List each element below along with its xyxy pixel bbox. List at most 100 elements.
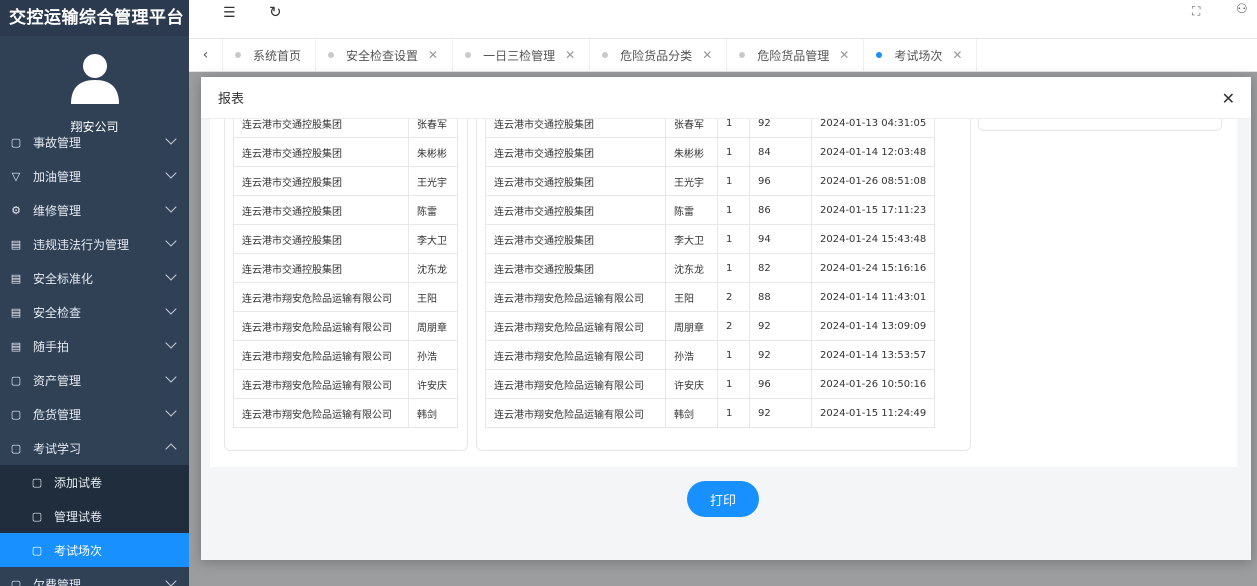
table-row: 连云港市翔安危险品运输有限公司 周朋章 2 92 2024-01-14 13:09:09 [485, 311, 936, 341]
table-cell: 许安庆 [408, 369, 458, 399]
submenu-label: 考试场次 [54, 543, 103, 558]
close-icon[interactable]: ✕ [1222, 89, 1235, 108]
exam-submenu: ▢ 添加试卷 ▢ 管理试卷 ▢ 考试场次 [0, 465, 189, 567]
chevron-down-icon [165, 337, 177, 349]
table-row: 连云港市交通控股集团 李大卫 1 94 2024-01-24 15:43:48 [485, 224, 936, 254]
table-row: 连云港市交通控股集团 王光宇 1 96 2024-01-26 08:51:08 [485, 166, 936, 196]
table-cell: 沈东龙 [665, 253, 718, 283]
menu-item-exam[interactable]: ▢ 考试学习 [0, 431, 189, 465]
menu-item-fuel[interactable]: ▽ 加油管理 [0, 159, 189, 193]
menu-label: 危货管理 [33, 407, 82, 422]
chevron-down-icon [165, 303, 177, 315]
box-icon: ▢ [10, 577, 22, 586]
submenu-item-add-paper[interactable]: ▢ 添加试卷 [0, 465, 189, 499]
table-cell: 94 [749, 224, 812, 254]
print-button[interactable]: 打印 [687, 481, 759, 517]
table-cell: 1 [717, 137, 750, 167]
top-bar: ☰ ↻ ⛶ ⚇ [189, 0, 1257, 38]
table-cell: 1 [717, 398, 750, 428]
gear-icon: ⚙ [11, 203, 21, 217]
tab-safety-settings[interactable]: 安全检查设置 ✕ [316, 39, 454, 71]
close-icon[interactable]: ✕ [428, 48, 438, 62]
table-row: 连云港市翔安危险品运输有限公司 孙浩 1 92 2024-01-14 13:53:57 [485, 340, 936, 370]
tab-home[interactable]: 系统首页 [223, 39, 317, 71]
report-body: 连云港市交通控股集团 张春军 连云港市交通控股集团 朱彬彬 连云港市交通控股集团 王光宇连… [210, 119, 1237, 467]
table-cell: 1 [717, 119, 750, 138]
tab-hazmat-manage[interactable]: 危险货品管理 ✕ [727, 39, 865, 71]
user-icon[interactable]: ⚇ [1236, 2, 1248, 17]
side-panel [978, 119, 1222, 131]
submenu-item-exam-session[interactable]: ▢ 考试场次 [0, 533, 189, 567]
table-cell: 陈雷 [408, 195, 458, 225]
table-cell: 连云港市交通控股集团 [233, 137, 409, 167]
chevron-down-icon [165, 371, 177, 383]
message-icon: ▤ [10, 237, 22, 251]
table-cell: 连云港市交通控股集团 [485, 224, 666, 254]
tab-dot [328, 52, 335, 58]
menu-item-hazmat[interactable]: ▢ 危货管理 [0, 397, 189, 431]
table-cell: 2024-01-15 11:24:49 [810, 398, 936, 428]
close-icon[interactable]: ✕ [839, 48, 849, 62]
menu-item-standardization[interactable]: ▤ 安全标准化 [0, 261, 189, 295]
tab-hazmat-category[interactable]: 危险货品分类 ✕ [590, 39, 728, 71]
chevron-down-icon [165, 201, 177, 213]
chevron-down-icon [165, 269, 177, 281]
tabs-back-icon[interactable]: ‹ [189, 39, 223, 71]
table-row: 连云港市交通控股集团 张春军 [233, 119, 458, 138]
menu-item-accident[interactable]: ▢ 事故管理 [0, 125, 189, 159]
close-icon[interactable]: ✕ [702, 48, 712, 62]
table-row: 连云港市交通控股集团 陈雷 [233, 195, 458, 225]
table-cell: 王光宇 [665, 166, 718, 196]
box-icon: ▢ [31, 543, 43, 557]
table-cell: 92 [749, 398, 812, 428]
table-cell: 连云港市翔安危险品运输有限公司 [233, 398, 409, 428]
message-icon: ▤ [10, 271, 22, 285]
chevron-up-icon [165, 443, 177, 455]
message-icon: ▤ [10, 305, 22, 319]
tab-exam-session[interactable]: 考试场次 ✕ [864, 39, 978, 71]
table-cell: 1 [717, 369, 750, 399]
table-cell: 周朋章 [408, 311, 458, 341]
table-row: 连云港市翔安危险品运输有限公司 韩剑 [233, 398, 458, 428]
left-report-table: 连云港市交通控股集团 张春军 连云港市交通控股集团 朱彬彬 连云港市交通控股集团 王光宇连… [233, 119, 458, 428]
tab-label: 一日三检管理 [483, 48, 556, 63]
sidebar: 交控运输综合管理平台 翔安公司 ▢ 事故管理 ▽ 加油管理 ⚙ 维修管理 ▤ 违规违法行… [0, 0, 189, 586]
table-cell: 96 [749, 369, 812, 399]
close-icon[interactable]: ✕ [952, 48, 962, 62]
menu-label: 加油管理 [33, 169, 82, 184]
table-cell: 韩剑 [408, 398, 458, 428]
table-cell: 2024-01-24 15:43:48 [810, 224, 936, 254]
menu-item-arrears[interactable]: ▢ 欠费管理 [0, 567, 189, 586]
close-icon[interactable]: ✕ [565, 48, 575, 62]
tab-dot [739, 52, 746, 58]
brand-title: 交控运输综合管理平台 [0, 0, 189, 36]
table-cell: 连云港市交通控股集团 [485, 166, 666, 196]
menu-label: 违规违法行为管理 [33, 237, 130, 252]
menu-label: 安全检查 [33, 305, 82, 320]
table-cell: 韩剑 [665, 398, 718, 428]
table-cell: 连云港市交通控股集团 [233, 224, 409, 254]
menu-item-violation[interactable]: ▤ 违规违法行为管理 [0, 227, 189, 261]
menu-item-assets[interactable]: ▢ 资产管理 [0, 363, 189, 397]
table-cell: 92 [749, 119, 812, 138]
menu-label: 维修管理 [33, 203, 82, 218]
table-cell: 连云港市交通控股集团 [485, 253, 666, 283]
tab-label: 考试场次 [894, 48, 943, 63]
tab-daily-check[interactable]: 一日三检管理 ✕ [453, 39, 591, 71]
refresh-icon[interactable]: ↻ [269, 3, 282, 21]
table-cell: 许安庆 [665, 369, 718, 399]
menu-item-snapshot[interactable]: ▤ 随手拍 [0, 329, 189, 363]
report-modal: 报表 ✕ 连云港市交通控股集团 张春军 连云港市交通控股集团 朱彬彬 连云港市交通控股集… [201, 77, 1251, 560]
tab-label: 危险货品管理 [757, 48, 830, 63]
user-profile: 翔安公司 [0, 36, 189, 134]
menu-item-safety-check[interactable]: ▤ 安全检查 [0, 295, 189, 329]
submenu-item-manage-paper[interactable]: ▢ 管理试卷 [0, 499, 189, 533]
menu-item-repair[interactable]: ⚙ 维修管理 [0, 193, 189, 227]
menu-label: 事故管理 [33, 135, 82, 150]
menu-fold-icon[interactable]: ☰ [223, 5, 236, 21]
tab-label: 危险货品分类 [620, 48, 693, 63]
tab-label: 安全检查设置 [346, 48, 419, 63]
fullscreen-icon[interactable]: ⛶ [1192, 4, 1200, 19]
submenu-label: 管理试卷 [54, 509, 103, 524]
table-row: 连云港市翔安危险品运输有限公司 孙浩 [233, 340, 458, 370]
